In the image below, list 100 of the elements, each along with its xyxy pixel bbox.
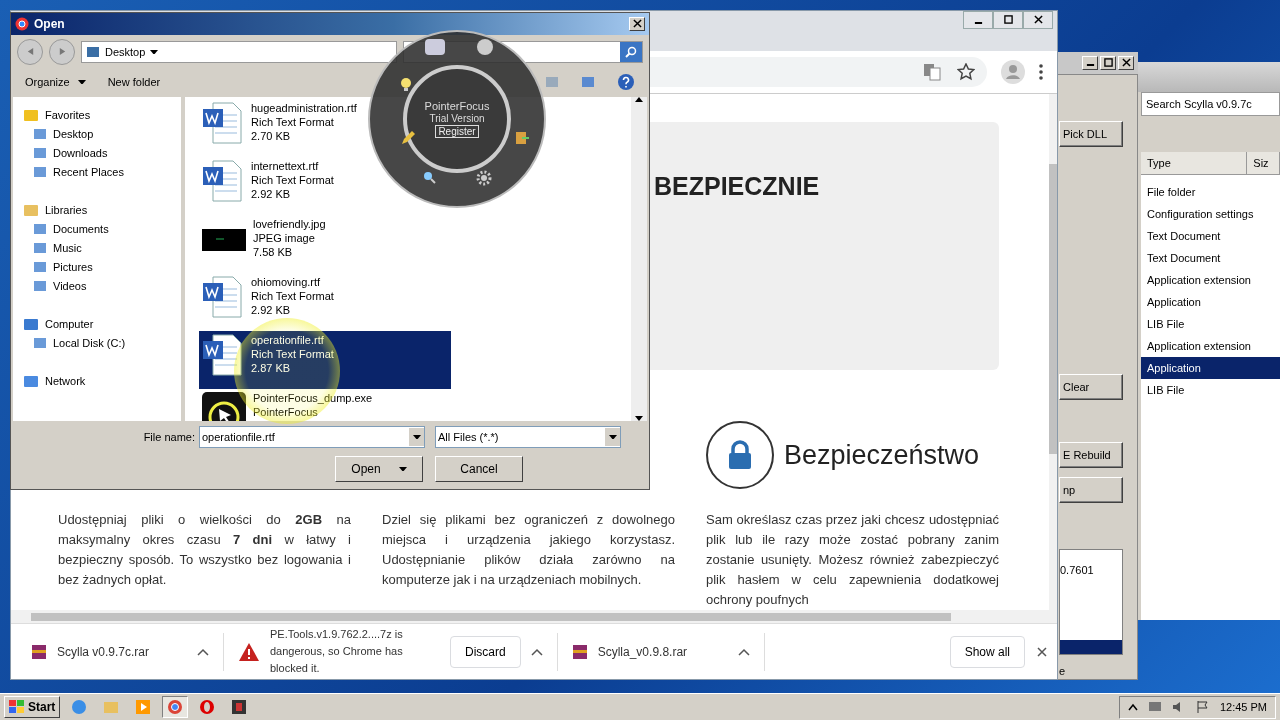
- new-folder-button[interactable]: New folder: [107, 76, 161, 88]
- chevron-up-icon[interactable]: [1127, 703, 1138, 711]
- list-row[interactable]: Application: [1141, 357, 1280, 379]
- hero-heading: BEZPIECZNIE: [654, 172, 820, 202]
- chevron-up-icon[interactable]: [197, 647, 209, 656]
- minimize-icon: [973, 21, 983, 24]
- nav-item[interactable]: Videos: [23, 276, 181, 295]
- list-row[interactable]: File folder: [1141, 181, 1280, 203]
- nav-item[interactable]: Music: [23, 238, 181, 257]
- file-type-dropdown[interactable]: All Files (*.*): [435, 426, 621, 448]
- file-item[interactable]: operationfile.rtf Rich Text Format 2.87 KB: [199, 331, 451, 389]
- forward-arrow-icon: [57, 47, 67, 56]
- more-menu-icon[interactable]: [1039, 64, 1043, 80]
- window-title: Open: [34, 17, 66, 31]
- clock: 12:45 PM: [1219, 701, 1267, 713]
- feature-description: Sam określasz czas przez jaki chcesz udostępniać plik lub ile razy może zostać pobrany zanim zostanie usunięty. Możesz również zabezpieczyć plik hasłem w celu zapewnienia dodatkowej ochrony poufnych: [706, 511, 999, 609]
- status-text: e: [1059, 665, 1067, 677]
- nav-item[interactable]: Desktop: [23, 124, 181, 143]
- translate-icon[interactable]: [923, 63, 941, 81]
- list-row[interactable]: Text Document: [1141, 247, 1280, 269]
- document-icon: [201, 101, 245, 145]
- dropdown-arrow-icon: [398, 466, 407, 472]
- pick-dll-button[interactable]: Pick DLL: [1059, 121, 1123, 147]
- column-header[interactable]: Siz: [1247, 152, 1280, 174]
- maximize-button[interactable]: [1100, 56, 1116, 70]
- minimize-button[interactable]: [963, 11, 993, 29]
- document-icon: [201, 275, 245, 319]
- caret-icon: [150, 49, 159, 55]
- nav-item[interactable]: Local Disk (C:): [23, 333, 181, 352]
- nav-item[interactable]: Favorites: [23, 105, 181, 124]
- cancel-button[interactable]: Cancel: [435, 456, 523, 482]
- exit-icon[interactable]: [514, 130, 530, 146]
- search-button[interactable]: [620, 42, 642, 62]
- search-field[interactable]: Search Scylla v0.9.7c: [1141, 92, 1280, 116]
- file-item[interactable]: lovefriendly.jpg JPEG image 7.58 KB: [199, 215, 451, 273]
- feature-title: Bezpieczeństwo: [784, 439, 980, 471]
- nav-item[interactable]: Documents: [23, 219, 181, 238]
- scrollbar[interactable]: [1049, 94, 1057, 610]
- start-button[interactable]: Start: [4, 696, 61, 718]
- chevron-up-icon[interactable]: [737, 647, 750, 656]
- scroll-up-arrow-icon[interactable]: [635, 97, 643, 102]
- maximize-icon: [1103, 57, 1113, 67]
- nav-item[interactable]: Network: [23, 371, 181, 390]
- open-button[interactable]: Open: [335, 456, 423, 482]
- download-name[interactable]: Scylla v0.9.7c.rar: [57, 644, 187, 659]
- document-icon: [201, 159, 245, 203]
- nav-item[interactable]: Libraries: [23, 200, 181, 219]
- light-bulb-icon[interactable]: [398, 76, 414, 92]
- clear-button[interactable]: Clear: [1059, 374, 1123, 400]
- chevron-up-icon[interactable]: [530, 647, 543, 656]
- scrollbar[interactable]: [631, 97, 647, 421]
- nav-item[interactable]: Downloads: [23, 143, 181, 162]
- archive-file-icon: [31, 643, 47, 660]
- list-row[interactable]: LIB File: [1141, 313, 1280, 335]
- windows-logo-icon: [9, 700, 25, 714]
- file-item[interactable]: ohiomoving.rtf Rich Text Format 2.92 KB: [199, 273, 451, 331]
- gear-icon[interactable]: [476, 170, 492, 186]
- column-header[interactable]: Type: [1141, 152, 1248, 174]
- download-name[interactable]: Scylla_v0.9.8.rar: [597, 644, 728, 659]
- close-icon: [1033, 14, 1043, 24]
- profile-avatar-icon[interactable]: [1001, 60, 1025, 84]
- list-row[interactable]: Text Document: [1141, 225, 1280, 247]
- list-row[interactable]: Application extension: [1141, 335, 1280, 357]
- register-button[interactable]: Register: [435, 125, 479, 138]
- scroll-down-arrow-icon[interactable]: [635, 416, 643, 421]
- dump-button[interactable]: np: [1059, 477, 1123, 503]
- magnifier-icon[interactable]: [422, 170, 436, 184]
- close-button[interactable]: [1023, 11, 1053, 29]
- list-row[interactable]: Application extension: [1141, 269, 1280, 291]
- list-row[interactable]: Application: [1141, 291, 1280, 313]
- list-row[interactable]: Configuration settings: [1141, 203, 1280, 225]
- search-icon: [625, 46, 637, 58]
- document-icon: [201, 333, 245, 377]
- horizontal-scrollbar[interactable]: [11, 610, 1057, 623]
- show-all-button[interactable]: Show all: [949, 635, 1025, 668]
- dropdown-arrow-icon: [412, 434, 421, 440]
- pencil-icon[interactable]: [400, 130, 416, 146]
- warning-icon: [238, 641, 260, 662]
- discard-button[interactable]: Discard: [450, 635, 521, 668]
- nav-item[interactable]: Pictures: [23, 257, 181, 276]
- restore-icon: [1003, 14, 1013, 24]
- address-field[interactable]: Desktop: [81, 41, 397, 63]
- nav-item[interactable]: Recent Places: [23, 162, 181, 181]
- feature-description: Dziel się plikami bez ograniczeń z dowolnego miejsca i urządzenia jakiego korzystasz. Udostępnianie plików działa zarówno na komputerze jak i na urządzeniach mobilnych.: [382, 511, 675, 589]
- file-name-field[interactable]: operationfile.rtf: [199, 426, 425, 448]
- field-label: File name:: [143, 431, 195, 443]
- help-icon[interactable]: [617, 73, 635, 91]
- organize-button[interactable]: Organize: [25, 76, 86, 88]
- menu-subtitle: Trial Version: [429, 113, 485, 124]
- back-arrow-icon: [25, 47, 35, 56]
- restore-button[interactable]: [993, 11, 1023, 29]
- flag-icon[interactable]: [1195, 700, 1210, 714]
- nav-item[interactable]: Computer: [23, 314, 181, 333]
- rebuild-button[interactable]: E Rebuild: [1059, 442, 1123, 468]
- close-icon[interactable]: [1037, 646, 1047, 657]
- archive-file-icon: [571, 643, 588, 660]
- log-entry: 0.7601: [1060, 564, 1095, 576]
- close-icon: [1121, 57, 1131, 67]
- dropdown-arrow-icon: [608, 434, 617, 440]
- list-row[interactable]: LIB File: [1141, 379, 1280, 401]
